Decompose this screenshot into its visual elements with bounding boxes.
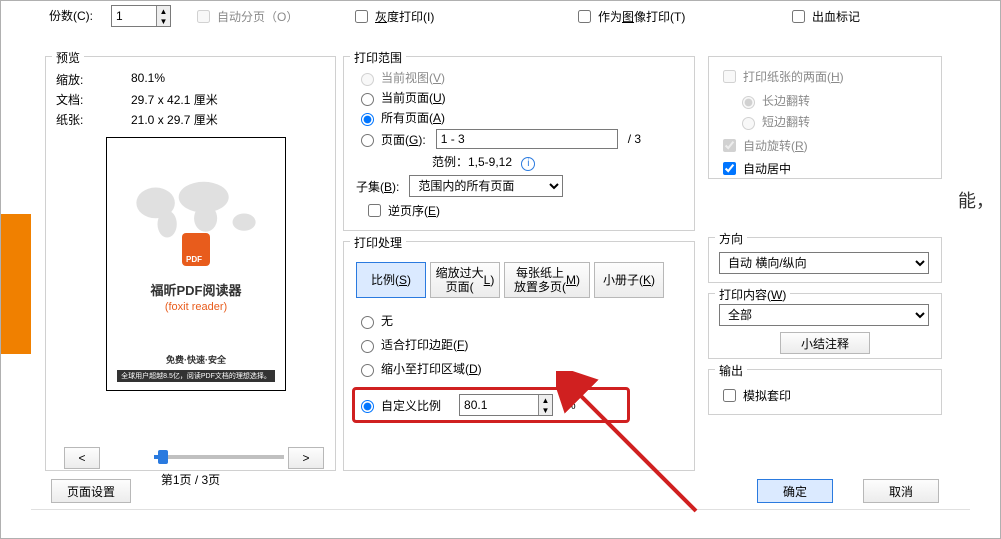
scale-label: 缩放: — [56, 71, 83, 88]
long-edge-radio — [742, 96, 755, 109]
grayscale-label: 灰度打印(I) — [375, 8, 434, 25]
paper-value: 21.0 x 29.7 厘米 — [131, 111, 218, 128]
zoom-slider-track[interactable] — [154, 455, 284, 459]
auto-rotate-label: 自动旋转(R) — [743, 137, 808, 154]
right-column: 打印纸张的两面(H) 长边翻转 短边翻转 自动旋转(R) 自动居中 方向 — [708, 56, 942, 415]
as-image-label: 作为图像打印(T) — [598, 8, 685, 25]
scale-value: 80.1% — [131, 71, 165, 85]
tab-scale[interactable]: 比例(S) — [356, 262, 426, 298]
opt-none-radio[interactable] — [361, 316, 374, 329]
print-range-panel: 打印范围 当前视图(V) 当前页面(U) 所有页面(A) 页面(G): / 3 … — [343, 56, 695, 231]
simulate-overprint-label: 模拟套印 — [743, 387, 791, 404]
opt-none-label: 无 — [381, 312, 393, 329]
duplex-label: 打印纸张的两面(H) — [743, 68, 844, 85]
long-edge-label: 长边翻转 — [762, 92, 810, 109]
simulate-overprint-checkbox[interactable] — [723, 389, 736, 402]
collate-label: 自动分页（O） — [217, 8, 298, 25]
collate-checkbox — [197, 10, 210, 23]
duplex-checkbox — [723, 70, 736, 83]
current-view-label: 当前视图(V) — [381, 69, 445, 86]
preview-thumbnail: 福昕PDF阅读器 (foxit reader) 免费·快速·安全 全球用户超越8… — [106, 137, 286, 391]
thumb-subtitle: (foxit reader) — [165, 301, 227, 313]
doc-value: 29.7 x 42.1 厘米 — [131, 91, 218, 108]
pages-radio[interactable] — [361, 134, 374, 147]
print-dialog: 能， 份数(C): ▲▼ 自动分页（O） 灰度打印(I) 作为图像打印(T) 出… — [0, 0, 1001, 539]
pages-input[interactable] — [436, 129, 618, 149]
cancel-button[interactable]: 取消 — [863, 479, 939, 503]
paper-label: 纸张: — [56, 111, 83, 128]
reverse-label: 逆页序(E) — [388, 202, 440, 219]
background-accent — [1, 214, 31, 354]
print-content-panel: 打印内容(W) 全部 小结注释 — [708, 293, 942, 359]
opt-margin-label: 适合打印边距(F) — [381, 336, 468, 353]
short-edge-label: 短边翻转 — [762, 113, 810, 130]
page-setup-button[interactable]: 页面设置 — [51, 479, 131, 503]
thumb-title: 福昕PDF阅读器 — [150, 280, 241, 299]
thumb-footer: 免费·快速·安全 — [166, 353, 226, 366]
top-row: 份数(C): ▲▼ 自动分页（O） 灰度打印(I) 作为图像打印(T) 出血标记 — [31, 1, 970, 51]
opt-shrink-radio[interactable] — [361, 364, 374, 377]
as-image-checkbox[interactable] — [578, 10, 591, 23]
reverse-checkbox[interactable] — [368, 204, 381, 217]
subset-select[interactable]: 范围内的所有页面 — [409, 175, 563, 197]
ok-button[interactable]: 确定 — [757, 479, 833, 503]
percent-label: % — [565, 398, 576, 412]
subset-label: 子集(B): — [356, 178, 399, 195]
custom-scale-spinner[interactable]: ▲▼ — [538, 395, 552, 415]
print-handling-panel: 打印处理 比例(S) 缩放过大页面(L) 每张纸上放置多页(M) 小册子(K) … — [343, 241, 695, 471]
short-edge-radio — [742, 117, 755, 130]
copies-label: 份数(C): — [49, 7, 93, 24]
current-page-label: 当前页面(U) — [381, 89, 446, 106]
direction-select[interactable]: 自动 横向/纵向 — [719, 252, 929, 274]
auto-rotate-checkbox — [723, 139, 736, 152]
bleed-checkbox[interactable] — [792, 10, 805, 23]
tab-multi[interactable]: 每张纸上放置多页(M) — [504, 262, 590, 298]
preview-panel: 预览 缩放: 80.1% 文档: 29.7 x 42.1 厘米 纸张: 21.0… — [45, 56, 336, 471]
content-title: 打印内容(W) — [715, 286, 790, 303]
opt-custom-label: 自定义比例 — [381, 397, 441, 414]
content-select[interactable]: 全部 — [719, 304, 929, 326]
current-page-radio[interactable] — [361, 93, 374, 106]
range-title: 打印范围 — [350, 49, 406, 66]
divider — [31, 509, 970, 510]
auto-center-checkbox[interactable] — [723, 162, 736, 175]
grayscale-checkbox[interactable] — [355, 10, 368, 23]
pages-total: / 3 — [628, 132, 641, 146]
thumb-footer2: 全球用户超越8.5亿，阅读PDF文档的理想选择。 — [117, 370, 275, 382]
tab-booklet[interactable]: 小册子(K) — [594, 262, 664, 298]
pdf-badge-icon — [182, 233, 210, 266]
opt-shrink-label: 缩小至打印区域(D) — [381, 360, 482, 377]
tab-fit[interactable]: 缩放过大页面(L) — [430, 262, 500, 298]
pages-label: 页面(G): — [381, 131, 426, 148]
current-view-radio — [361, 73, 374, 86]
direction-panel: 方向 自动 横向/纵向 — [708, 237, 942, 283]
auto-center-label: 自动居中 — [743, 160, 791, 177]
summary-comments-button[interactable]: 小结注释 — [780, 332, 870, 354]
all-pages-label: 所有页面(A) — [381, 109, 445, 126]
output-panel: 输出 模拟套印 — [708, 369, 942, 415]
prev-page-button[interactable]: < — [64, 447, 100, 469]
preview-title: 预览 — [52, 49, 84, 66]
bleed-label: 出血标记 — [812, 8, 860, 25]
opt-custom-radio[interactable] — [361, 400, 374, 413]
direction-title: 方向 — [715, 230, 747, 247]
zoom-slider-thumb[interactable] — [158, 450, 168, 464]
next-page-button[interactable]: > — [288, 447, 324, 469]
output-title: 输出 — [715, 362, 747, 379]
info-icon[interactable]: i — [521, 157, 535, 171]
duplex-panel: 打印纸张的两面(H) 长边翻转 短边翻转 自动旋转(R) 自动居中 — [708, 56, 942, 179]
doc-label: 文档: — [56, 91, 83, 108]
handling-title: 打印处理 — [350, 234, 406, 251]
background-text: 能， — [958, 187, 994, 213]
all-pages-radio[interactable] — [361, 113, 374, 126]
opt-margin-radio[interactable] — [361, 340, 374, 353]
example-text: 范例：1,5-9,12 — [432, 155, 512, 169]
copies-spinner[interactable]: ▲▼ — [156, 6, 170, 26]
